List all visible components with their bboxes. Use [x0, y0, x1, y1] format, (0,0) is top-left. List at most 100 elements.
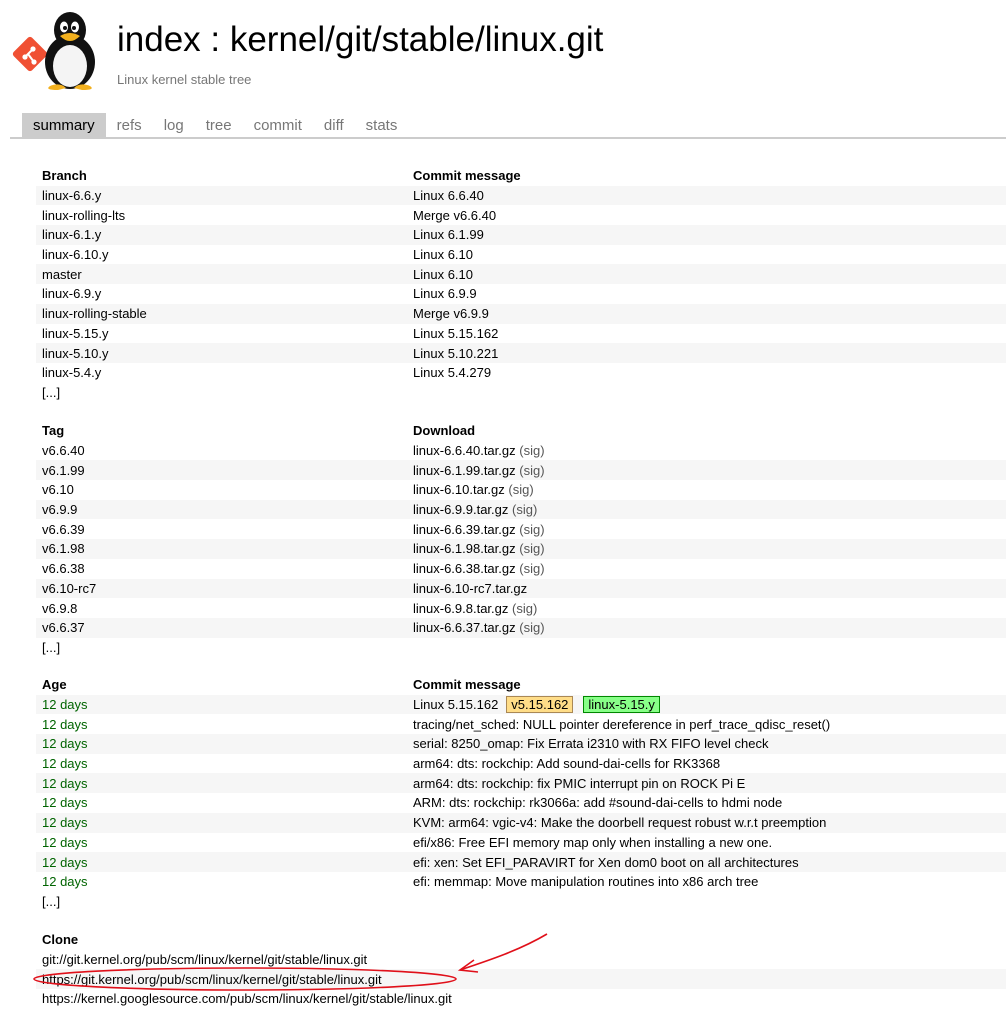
- commit-link[interactable]: Linux 5.15.162: [413, 697, 498, 712]
- signature-link[interactable]: (sig): [519, 522, 544, 537]
- commit-link[interactable]: Linux 6.9.9: [407, 284, 1006, 304]
- signature-link[interactable]: (sig): [512, 601, 537, 616]
- download-link[interactable]: linux-6.6.40.tar.gz: [413, 443, 516, 458]
- signature-link[interactable]: (sig): [519, 541, 544, 556]
- download-link[interactable]: linux-6.9.8.tar.gz: [413, 601, 508, 616]
- branch-link[interactable]: linux-rolling-stable: [36, 303, 407, 324]
- commit-link[interactable]: efi: memmap: Move manipulation routines …: [407, 872, 1006, 892]
- commit-age: 12 days: [36, 812, 407, 833]
- more-tags-link[interactable]: [...]: [36, 638, 407, 658]
- tag-link[interactable]: v6.6.38: [36, 559, 407, 579]
- table-row: 12 days tracing/net_sched: NULL pointer …: [36, 714, 1006, 734]
- branch-link[interactable]: linux-6.9.y: [36, 284, 407, 304]
- download-link[interactable]: linux-6.1.99.tar.gz: [413, 463, 516, 478]
- commit-link[interactable]: efi/x86: Free EFI memory map only when i…: [407, 833, 1006, 853]
- table-row: [...]: [36, 638, 1006, 658]
- signature-link[interactable]: (sig): [519, 443, 544, 458]
- table-row: https://git.kernel.org/pub/scm/linux/ker…: [36, 969, 1006, 990]
- branch-link[interactable]: linux-5.10.y: [36, 343, 407, 363]
- tag-link[interactable]: v6.9.9: [36, 499, 407, 520]
- download-link[interactable]: linux-6.6.38.tar.gz: [413, 561, 516, 576]
- tag-link[interactable]: v6.6.37: [36, 617, 407, 638]
- clone-url-https[interactable]: https://git.kernel.org/pub/scm/linux/ker…: [36, 969, 1006, 990]
- branch-link[interactable]: linux-5.15.y: [36, 324, 407, 344]
- branch-badge[interactable]: linux-5.15.y: [583, 696, 660, 714]
- tab-log[interactable]: log: [153, 113, 195, 137]
- table-row: linux-6.10.y Linux 6.10: [36, 245, 1006, 265]
- commit-age: 12 days: [42, 795, 88, 811]
- signature-link[interactable]: (sig): [519, 463, 544, 478]
- commit-link[interactable]: KVM: arm64: vgic-v4: Make the doorbell r…: [407, 812, 1006, 833]
- tag-link[interactable]: v6.10: [36, 480, 407, 500]
- tag-link[interactable]: v6.10-rc7: [36, 578, 407, 599]
- download-link[interactable]: linux-6.6.37.tar.gz: [413, 620, 516, 635]
- download-link[interactable]: linux-6.6.39.tar.gz: [413, 522, 516, 537]
- commit-link[interactable]: Linux 5.15.162: [407, 324, 1006, 344]
- tab-refs[interactable]: refs: [106, 113, 153, 137]
- table-row: linux-5.10.y Linux 5.10.221: [36, 343, 1006, 363]
- branch-link[interactable]: linux-rolling-lts: [36, 205, 407, 225]
- signature-link[interactable]: (sig): [519, 561, 544, 576]
- signature-link[interactable]: (sig): [519, 620, 544, 635]
- tab-divider: [10, 137, 1006, 139]
- download-link[interactable]: linux-6.9.9.tar.gz: [413, 502, 508, 517]
- commit-link[interactable]: tracing/net_sched: NULL pointer derefere…: [407, 714, 1006, 734]
- table-row: v6.6.37 linux-6.6.37.tar.gz (sig): [36, 617, 1006, 638]
- commit-link[interactable]: serial: 8250_omap: Fix Errata i2310 with…: [407, 734, 1006, 754]
- tag-link[interactable]: v6.6.39: [36, 519, 407, 539]
- tag-badge[interactable]: v5.15.162: [506, 696, 574, 714]
- table-row: linux-rolling-lts Merge v6.6.40: [36, 205, 1006, 225]
- table-row: linux-rolling-stable Merge v6.9.9: [36, 303, 1006, 324]
- signature-link[interactable]: (sig): [508, 482, 533, 497]
- commit-link[interactable]: Linux 6.6.40: [407, 185, 1006, 206]
- table-row: v6.10 linux-6.10.tar.gz (sig): [36, 480, 1006, 500]
- branch-link[interactable]: linux-6.1.y: [36, 225, 407, 245]
- tab-diff[interactable]: diff: [313, 113, 355, 137]
- clone-url-googlesource[interactable]: https://kernel.googlesource.com/pub/scm/…: [36, 989, 1006, 1009]
- download-link[interactable]: linux-6.1.98.tar.gz: [413, 541, 516, 556]
- column-header: Tag: [42, 423, 65, 439]
- tag-link[interactable]: v6.9.8: [36, 598, 407, 618]
- commit-link[interactable]: ARM: dts: rockchip: rk3066a: add #sound-…: [407, 793, 1006, 813]
- commit-age: 12 days: [42, 874, 88, 890]
- download-link[interactable]: linux-6.10-rc7.tar.gz: [413, 581, 527, 596]
- branch-table-header: Branch Commit message: [36, 166, 1006, 186]
- download-link[interactable]: linux-6.10.tar.gz: [413, 482, 505, 497]
- clone-url-git[interactable]: git://git.kernel.org/pub/scm/linux/kerne…: [36, 950, 1006, 970]
- tab-stats[interactable]: stats: [355, 113, 409, 137]
- commit-link[interactable]: Merge v6.9.9: [407, 303, 1006, 324]
- commit-link[interactable]: Linux 6.10: [407, 245, 1006, 265]
- table-row: 12 days serial: 8250_omap: Fix Errata i2…: [36, 734, 1006, 754]
- table-row: 12 days arm64: dts: rockchip: Add sound-…: [36, 754, 1006, 774]
- commit-link[interactable]: Linux 6.1.99: [407, 225, 1006, 245]
- table-row: v6.6.39 linux-6.6.39.tar.gz (sig): [36, 519, 1006, 539]
- branch-link[interactable]: master: [36, 264, 407, 285]
- branch-link[interactable]: linux-6.10.y: [36, 245, 407, 265]
- tag-link[interactable]: v6.1.98: [36, 539, 407, 559]
- commit-link[interactable]: arm64: dts: rockchip: fix PMIC interrupt…: [407, 773, 1006, 794]
- commit-link[interactable]: efi: xen: Set EFI_PARAVIRT for Xen dom0 …: [407, 852, 1006, 872]
- branch-link[interactable]: linux-6.6.y: [36, 185, 407, 206]
- table-row: 12 days KVM: arm64: vgic-v4: Make the do…: [36, 812, 1006, 833]
- tab-bar: summary refs log tree commit diff stats: [22, 113, 408, 137]
- tag-link[interactable]: v6.1.99: [36, 460, 407, 481]
- commit-link[interactable]: Linux 5.10.221: [407, 343, 1006, 363]
- table-row: v6.1.99 linux-6.1.99.tar.gz (sig): [36, 460, 1006, 481]
- column-header: Branch: [42, 168, 87, 184]
- tab-tree[interactable]: tree: [195, 113, 243, 137]
- table-row: v6.10-rc7 linux-6.10-rc7.tar.gz: [36, 578, 1006, 599]
- commit-link[interactable]: Merge v6.6.40: [407, 205, 1006, 225]
- more-branches-link[interactable]: [...]: [36, 383, 407, 403]
- commit-link[interactable]: arm64: dts: rockchip: Add sound-dai-cell…: [407, 754, 1006, 774]
- page-header: index : kernel/git/stable/linux.git Linu…: [0, 0, 1006, 100]
- tag-link[interactable]: v6.6.40: [36, 441, 407, 461]
- more-log-link[interactable]: [...]: [36, 892, 407, 912]
- commit-age: 12 days: [36, 734, 407, 754]
- tab-summary[interactable]: summary: [22, 113, 106, 137]
- commit-link[interactable]: Linux 6.10: [407, 264, 1006, 285]
- commit-link[interactable]: Linux 5.4.279: [407, 363, 1006, 383]
- tab-commit[interactable]: commit: [243, 113, 313, 137]
- branch-link[interactable]: linux-5.4.y: [36, 363, 407, 383]
- signature-link[interactable]: (sig): [512, 502, 537, 517]
- tux-git-logo-icon[interactable]: [8, 10, 108, 90]
